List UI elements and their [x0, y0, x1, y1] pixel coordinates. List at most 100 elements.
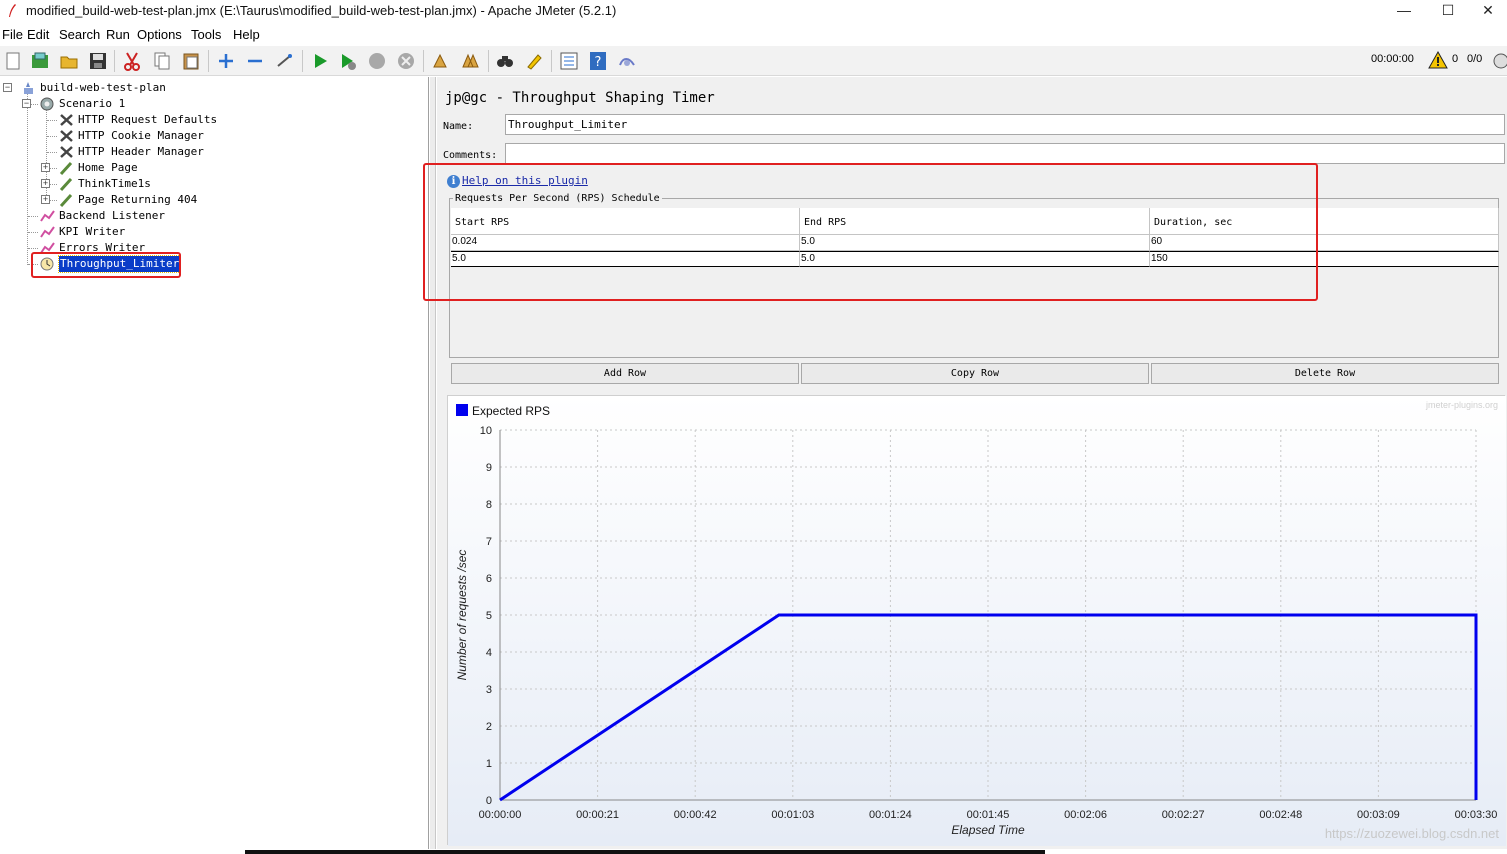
x-tick-label: 00:00:00: [479, 809, 522, 821]
menu-run[interactable]: Run: [106, 27, 130, 42]
listener-icon: [40, 210, 55, 222]
y-tick-label: 9: [486, 462, 492, 474]
config-element-icon: [60, 114, 73, 126]
delete-row-button[interactable]: Delete Row: [1151, 363, 1499, 384]
x-tick-label: 00:00:42: [674, 809, 717, 821]
start-icon[interactable]: [310, 51, 330, 71]
y-tick-label: 1: [486, 758, 492, 770]
test-plan-icon: [24, 82, 33, 94]
annotation-box-tree: [31, 252, 181, 278]
stop-icon[interactable]: [367, 51, 387, 71]
elapsed-time: 00:00:00: [1371, 53, 1414, 65]
config-element-icon: [60, 130, 73, 142]
expand-toggle-thinktime[interactable]: +: [41, 179, 50, 188]
open-icon[interactable]: [59, 51, 79, 71]
cut-icon[interactable]: [122, 51, 142, 71]
close-button[interactable]: ✕: [1465, 0, 1507, 22]
page-title: jp@gc - Throughput Shaping Timer: [445, 90, 715, 106]
test-plan-tree: − − + + + build-web-test-plan Scenario 1…: [0, 77, 429, 849]
chart-canvas: 0 1 2 3 4 5 6 7 8 9 10 00:00:00 00:00:21 00:00:42 00:0…: [448, 396, 1506, 846]
x-tick-label: 00:03:30: [1455, 809, 1498, 821]
warning-count: 0: [1452, 53, 1459, 65]
svg-text:?: ?: [595, 55, 602, 70]
x-tick-label: 00:02:06: [1064, 809, 1107, 821]
y-tick-label: 8: [486, 499, 492, 511]
search-icon[interactable]: [495, 51, 515, 71]
x-axis-label: Elapsed Time: [951, 823, 1025, 837]
name-field[interactable]: Throughput_Limiter: [505, 114, 1505, 135]
active-threads: 0/0: [1467, 53, 1483, 65]
menu-tools[interactable]: Tools: [191, 27, 221, 42]
x-tick-label: 00:03:09: [1357, 809, 1400, 821]
menu-edit[interactable]: Edit: [27, 27, 49, 42]
chart-watermark: jmeter-plugins.org: [1425, 400, 1498, 410]
title-bar: modified_build-web-test-plan.jmx (E:\Tau…: [0, 0, 1507, 26]
menu-bar: File Edit Search Run Options Tools Help: [0, 26, 1507, 46]
y-tick-label: 10: [480, 425, 492, 437]
comments-field[interactable]: [505, 143, 1505, 164]
toggle-icon[interactable]: [275, 51, 295, 71]
y-axis-label: Number of requests /sec: [455, 550, 469, 681]
menu-help[interactable]: Help: [233, 27, 260, 42]
sampler-icon: [59, 177, 73, 191]
listener-icon: [40, 226, 55, 238]
annotation-box-schedule: [423, 163, 1318, 301]
function-helper-icon[interactable]: [559, 51, 579, 71]
y-tick-label: 6: [486, 573, 492, 585]
y-tick-label: 3: [486, 684, 492, 696]
collapse-toggle-scenario[interactable]: −: [22, 99, 31, 108]
remote-icon[interactable]: [617, 51, 637, 71]
start-no-pauses-icon[interactable]: [338, 51, 358, 71]
name-label: Name:: [443, 121, 474, 132]
new-icon[interactable]: [3, 51, 23, 71]
y-tick-label: 2: [486, 721, 492, 733]
x-tick-label: 00:02:48: [1259, 809, 1302, 821]
save-icon[interactable]: [88, 51, 108, 71]
shutdown-icon[interactable]: [396, 51, 416, 71]
sampler-icon: [59, 193, 73, 207]
menu-options[interactable]: Options: [137, 27, 182, 42]
y-tick-label: 7: [486, 536, 492, 548]
y-tick-label: 4: [486, 647, 492, 659]
legend-entry: Expected RPS: [472, 404, 550, 418]
x-tick-label: 00:01:24: [869, 809, 912, 821]
paste-icon[interactable]: [181, 51, 201, 71]
y-tick-label: 5: [486, 610, 492, 622]
add-row-button[interactable]: Add Row: [451, 363, 799, 384]
config-element-icon: [60, 146, 73, 158]
x-tick-label: 00:01:45: [967, 809, 1010, 821]
expand-toggle-page-404[interactable]: +: [41, 195, 50, 204]
clear-all-icon[interactable]: [460, 51, 480, 71]
expand-toggle-home-page[interactable]: +: [41, 163, 50, 172]
jmeter-feather-icon: [9, 4, 16, 17]
thread-group-icon: [40, 97, 54, 111]
menu-search[interactable]: Search: [59, 27, 100, 42]
minimize-button[interactable]: —: [1381, 0, 1427, 22]
chart-background: [448, 396, 1506, 846]
menu-file[interactable]: File: [2, 27, 23, 42]
templates-icon[interactable]: [30, 51, 50, 71]
y-tick-label: 0: [486, 795, 492, 807]
expected-rps-chart: 0 1 2 3 4 5 6 7 8 9 10 00:00:00 00:00:21 00:00:42 00:0…: [447, 395, 1506, 846]
copy-icon[interactable]: [152, 51, 172, 71]
comments-label: Comments:: [443, 150, 498, 161]
clear-icon[interactable]: [430, 51, 450, 71]
window-title: modified_build-web-test-plan.jmx (E:\Tau…: [26, 3, 617, 18]
copy-row-button[interactable]: Copy Row: [801, 363, 1149, 384]
help-icon[interactable]: ?: [588, 51, 608, 71]
page-watermark: https://zuozewei.blog.csdn.net: [1324, 826, 1499, 841]
sampler-icon: [59, 161, 73, 175]
x-tick-label: 00:02:27: [1162, 809, 1205, 821]
expand-all-icon[interactable]: [216, 51, 236, 71]
warning-icon[interactable]: [1428, 51, 1448, 69]
collapse-toggle-test-plan[interactable]: −: [3, 83, 12, 92]
toolbar: ? 00:00:00 0 0/0: [0, 46, 1507, 76]
x-tick-label: 00:00:21: [576, 809, 619, 821]
x-tick-label: 00:01:03: [771, 809, 814, 821]
reset-search-icon[interactable]: [524, 51, 544, 71]
collapse-all-icon[interactable]: [245, 51, 265, 71]
taskbar-strip: [245, 850, 1045, 854]
timer-config-panel: jp@gc - Throughput Shaping Timer Name: T…: [423, 77, 1507, 849]
threads-status-icon: [1493, 53, 1507, 69]
legend-swatch: [456, 404, 468, 416]
